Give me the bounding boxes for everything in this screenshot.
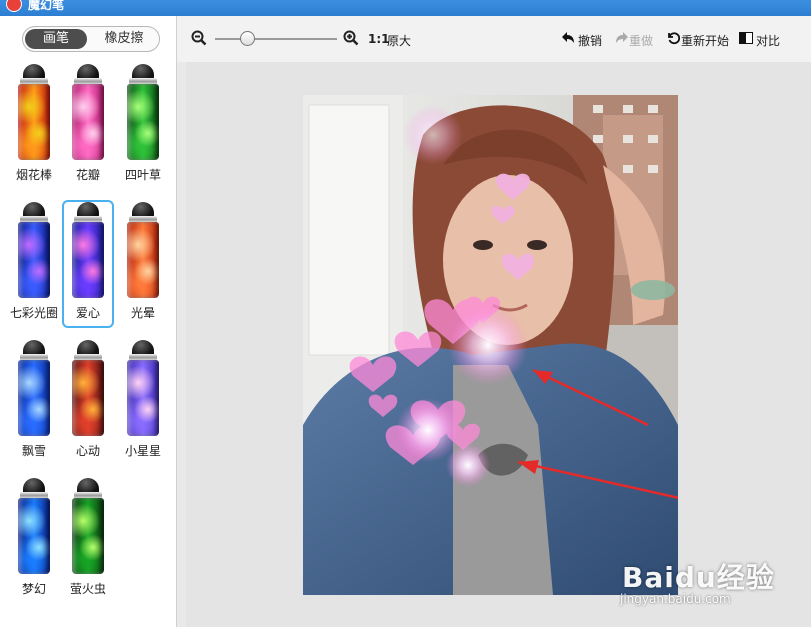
brush-6[interactable]: 光晕: [119, 202, 167, 326]
redo-icon[interactable]: [614, 31, 628, 45]
undo-icon[interactable]: [562, 31, 576, 45]
brush-body-icon: [72, 498, 104, 574]
brush-body-icon: [18, 84, 50, 160]
restart-button[interactable]: 重新开始: [681, 32, 729, 49]
brush-3[interactable]: 四叶草: [119, 64, 167, 188]
brush-mode-tab[interactable]: 画笔: [25, 29, 87, 49]
zoom-out-icon[interactable]: [191, 30, 207, 46]
brush-body-icon: [72, 84, 104, 160]
brush-body-icon: [18, 360, 50, 436]
toolbar: 1:1 原大 撤销 重做 重新开始 对比: [177, 16, 811, 62]
brush-panel: 画笔 橡皮擦 烟花棒 花瓣 四叶草 七彩光圈 爱心 光晕 飘雪 心动 小星星 梦幻 萤火虫: [0, 16, 177, 627]
brush-11[interactable]: 萤火虫: [64, 478, 112, 602]
brush-label: 萤火虫: [69, 582, 106, 596]
title-bar: 魔幻笔: [0, 0, 811, 16]
brush-body-icon: [18, 222, 50, 298]
redo-button[interactable]: 重做: [629, 32, 653, 49]
window-title: 魔幻笔: [28, 0, 65, 12]
brush-label: 四叶草: [124, 168, 161, 182]
brush-body-icon: [127, 84, 159, 160]
watermark-logo: Baidu经验: [622, 561, 775, 594]
zoom-slider-track[interactable]: [215, 38, 337, 40]
app-icon: [6, 0, 22, 12]
brush-9[interactable]: 小星星: [119, 340, 167, 464]
original-size-button[interactable]: 原大: [387, 32, 411, 49]
compare-icon[interactable]: [739, 32, 753, 44]
photo-image: [303, 95, 678, 595]
restart-icon[interactable]: [666, 31, 680, 45]
zoom-in-icon[interactable]: [343, 30, 359, 46]
compare-button[interactable]: 对比: [756, 32, 780, 49]
mode-toggle: 画笔 橡皮擦: [22, 26, 160, 52]
zoom-slider-knob[interactable]: [239, 31, 255, 46]
brush-body-icon: [72, 222, 104, 298]
brush-body-icon: [72, 360, 104, 436]
brush-body-icon: [127, 222, 159, 298]
watermark-url: jingyan.baidu.com: [620, 592, 731, 606]
brush-body-icon: [127, 360, 159, 436]
brush-label: 光晕: [130, 306, 155, 320]
photo-canvas[interactable]: [303, 95, 678, 595]
brush-label: 小星星: [124, 444, 161, 458]
brush-body-icon: [18, 498, 50, 574]
undo-button[interactable]: 撤销: [578, 32, 602, 49]
eraser-mode-tab[interactable]: 橡皮擦: [91, 27, 157, 51]
